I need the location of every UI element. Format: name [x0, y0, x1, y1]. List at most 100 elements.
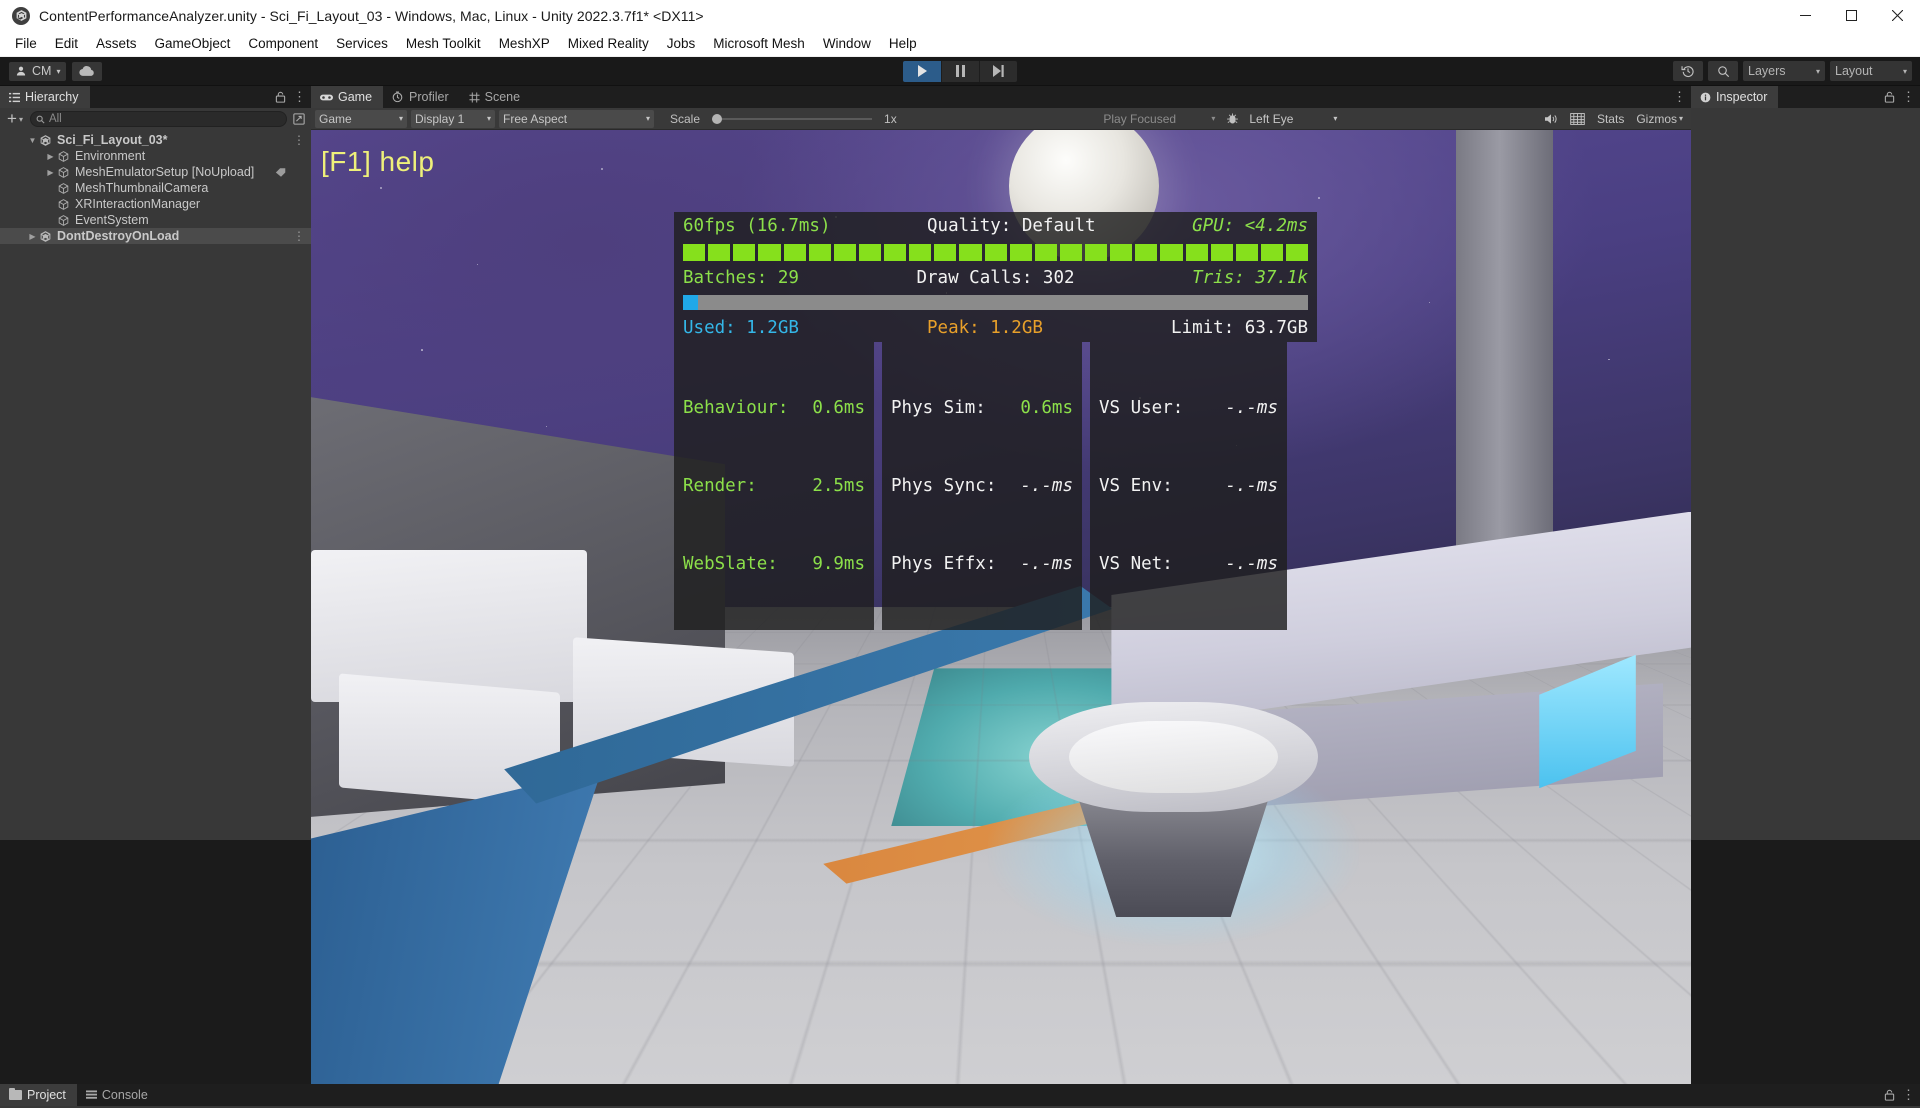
maximize-button[interactable] — [1828, 0, 1874, 31]
hierarchy-row-mesh-thumbnail-camera[interactable]: MeshThumbnailCamera — [0, 180, 311, 196]
perf-limit: Limit: 63.7GB — [1171, 318, 1308, 338]
menu-component[interactable]: Component — [239, 32, 327, 56]
step-icon — [993, 65, 1004, 77]
perf-value: 2.5ms — [812, 476, 865, 496]
cloud-icon — [79, 65, 95, 76]
lock-icon[interactable] — [1884, 1089, 1895, 1101]
aspect-label: Free Aspect — [503, 111, 568, 126]
perf-line: Phys Sync: -.-ms — [891, 473, 1073, 499]
menu-gameobject[interactable]: GameObject — [146, 32, 240, 56]
play-focused-dropdown[interactable]: Play Focused ▾ — [1099, 110, 1219, 128]
perf-line: Phys Effx: -.-ms — [891, 551, 1073, 577]
perf-fps-bar — [674, 240, 1317, 264]
tab-project[interactable]: Project — [0, 1084, 77, 1106]
perf-peak: Peak: 1.2GB — [927, 318, 1043, 338]
menu-help[interactable]: Help — [880, 32, 926, 56]
kebab-icon[interactable]: ⋮ — [293, 90, 307, 103]
global-search-button[interactable] — [1708, 61, 1738, 81]
perf-label: Phys Sync: — [891, 476, 997, 496]
aspect-dropdown[interactable]: Free Aspect ▾ — [499, 109, 654, 128]
kebab-icon[interactable]: ⋮ — [293, 133, 305, 147]
hierarchy-add-button[interactable]: + ▾ — [4, 110, 26, 127]
scene-table — [988, 702, 1359, 946]
game-render-canvas[interactable]: [F1] help 60fps (16.7ms) Quality: Defaul… — [311, 130, 1691, 1084]
tab-profiler[interactable]: Profiler — [383, 86, 460, 108]
play-button[interactable] — [903, 60, 941, 82]
hierarchy-row-sci-fi-layout[interactable]: ▼ Sci_Fi_Layout_03* ⋮ — [0, 132, 311, 148]
menu-services[interactable]: Services — [327, 32, 397, 56]
vr-device-button[interactable] — [1221, 112, 1243, 125]
menu-microsoft-mesh[interactable]: Microsoft Mesh — [704, 32, 814, 56]
perf-line: Behaviour: 0.6ms — [683, 395, 865, 421]
tab-game[interactable]: Game — [311, 86, 384, 108]
hierarchy-search-input[interactable]: All — [29, 111, 287, 127]
close-button[interactable] — [1874, 0, 1920, 31]
fps-bar-segment — [858, 243, 881, 261]
hierarchy-row-label: Environment — [75, 149, 146, 163]
kebab-icon[interactable]: ⋮ — [1902, 90, 1916, 103]
frame-debugger-button[interactable] — [1564, 110, 1591, 128]
fps-bar-segment — [1085, 243, 1108, 261]
undo-history-button[interactable] — [1673, 61, 1703, 81]
menu-jobs[interactable]: Jobs — [658, 32, 705, 56]
tab-scene[interactable]: Scene — [460, 86, 531, 108]
hierarchy-row-xr-interaction-manager[interactable]: XRInteractionManager — [0, 196, 311, 212]
hierarchy-expand-button[interactable] — [291, 112, 307, 127]
menu-meshxp[interactable]: MeshXP — [490, 32, 559, 56]
chevron-down-icon: ▾ — [18, 114, 23, 124]
scale-slider[interactable] — [712, 113, 873, 124]
mute-audio-button[interactable] — [1538, 110, 1564, 128]
expand-arrow-icon[interactable]: ▼ — [26, 136, 39, 145]
gizmos-button[interactable]: Gizmos — [1630, 110, 1679, 128]
expand-arrow-icon[interactable]: ▶ — [44, 168, 57, 177]
kebab-icon[interactable]: ⋮ — [1673, 90, 1687, 103]
perf-label: Render: — [683, 476, 757, 496]
expand-arrow-icon[interactable]: ▶ — [26, 232, 39, 241]
menu-assets[interactable]: Assets — [87, 32, 146, 56]
hierarchy-row-environment[interactable]: ▶ Environment — [0, 148, 311, 164]
unity-app-icon — [12, 6, 30, 25]
kebab-icon[interactable]: ⋮ — [1902, 1088, 1916, 1101]
layers-dropdown[interactable]: Layers ▾ — [1743, 61, 1825, 81]
display-dropdown[interactable]: Display 1 ▾ — [411, 109, 495, 128]
lock-icon[interactable] — [1884, 91, 1895, 103]
fps-bar-segment — [1260, 243, 1283, 261]
perf-column-physics: Phys Sim: 0.6ms Phys Sync: -.-ms Phys Ef… — [882, 342, 1082, 630]
menu-bar: File Edit Assets GameObject Component Se… — [0, 31, 1920, 57]
frame-debug-icon — [1570, 112, 1585, 125]
hierarchy-row-mesh-emulator-setup[interactable]: ▶ MeshEmulatorSetup [NoUpload] — [0, 164, 311, 180]
menu-file[interactable]: File — [6, 32, 46, 56]
perf-label: Phys Effx: — [891, 554, 997, 574]
account-button[interactable]: CM ▾ — [9, 61, 67, 81]
tab-hierarchy[interactable]: Hierarchy — [0, 86, 90, 108]
scale-slider-knob[interactable] — [712, 113, 723, 124]
menu-mesh-toolkit[interactable]: Mesh Toolkit — [397, 32, 490, 56]
tab-console[interactable]: Console — [77, 1084, 159, 1106]
stats-button[interactable]: Stats — [1591, 110, 1630, 128]
hierarchy-row-event-system[interactable]: EventSystem — [0, 212, 311, 228]
menu-edit[interactable]: Edit — [46, 32, 87, 56]
cloud-services-button[interactable] — [72, 61, 103, 81]
lock-icon[interactable] — [275, 91, 286, 103]
hierarchy-row-label: DontDestroyOnLoad — [57, 229, 180, 243]
play-focused-label: Play Focused — [1103, 111, 1177, 126]
perf-batches: Batches: 29 — [683, 268, 799, 288]
minimize-button[interactable] — [1782, 0, 1828, 31]
chevron-down-icon[interactable]: ▾ — [1679, 114, 1691, 123]
pause-button[interactable] — [941, 60, 979, 82]
fps-bar-segment — [1059, 243, 1082, 261]
eye-dropdown[interactable]: Left Eye ▾ — [1245, 110, 1341, 128]
fps-bar-segment — [1034, 243, 1057, 261]
menu-window[interactable]: Window — [814, 32, 880, 56]
kebab-icon[interactable]: ⋮ — [293, 229, 305, 243]
tab-inspector[interactable]: Inspector — [1691, 86, 1779, 108]
main-toolbar: CM ▾ Layers ▾ Layout ▾ — [0, 57, 1920, 86]
display-target-dropdown[interactable]: Game ▾ — [315, 109, 407, 128]
menu-mixed-reality[interactable]: Mixed Reality — [559, 32, 658, 56]
audio-icon — [1544, 113, 1557, 124]
layout-dropdown[interactable]: Layout ▾ — [1830, 61, 1912, 81]
expand-arrow-icon[interactable]: ▶ — [44, 152, 57, 161]
inspector-panel: Inspector ⋮ — [1691, 86, 1920, 840]
hierarchy-row-dont-destroy-on-load[interactable]: ▶ DontDestroyOnLoad ⋮ — [0, 228, 311, 244]
step-button[interactable] — [979, 60, 1017, 82]
